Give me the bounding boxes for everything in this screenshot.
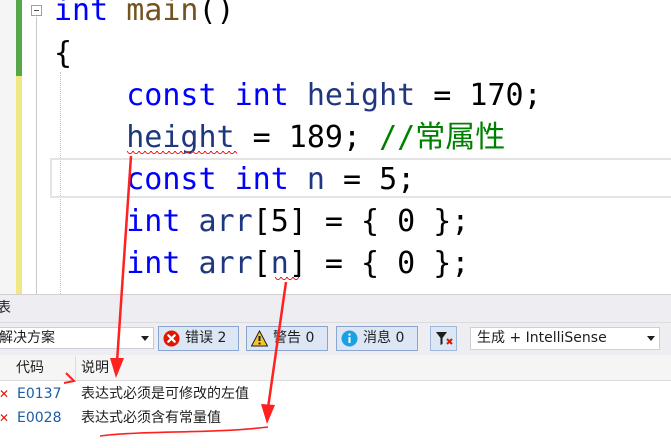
error-description: 表达式必须是可修改的左值: [81, 386, 249, 402]
code-token: ] = { 0 };: [288, 246, 470, 281]
error-marker-icon: ✕: [0, 411, 10, 425]
error-squiggle-n: [275, 277, 299, 282]
build-filter-toggle-button[interactable]: [430, 326, 457, 351]
error-list-toolbar: 解决方案 错误 2 警告 0 消息 0 生成 + IntelliSense: [0, 323, 671, 355]
code-line-2[interactable]: {: [54, 33, 72, 75]
code-token: int: [234, 78, 289, 113]
code-token: const: [126, 78, 217, 113]
code-token: [5] = { 0 };: [252, 204, 470, 239]
error-description: 表达式必须含有常量值: [81, 410, 221, 426]
editor-margin: [0, 0, 17, 294]
error-code-link[interactable]: E0028: [17, 407, 61, 430]
error-code-link[interactable]: E0137: [17, 383, 61, 406]
column-divider[interactable]: [75, 356, 76, 380]
code-line-3[interactable]: const int height = 170;: [54, 75, 542, 117]
code-token: const: [126, 162, 217, 197]
info-icon: [341, 330, 358, 347]
errors-filter-button[interactable]: 错误 2: [158, 326, 239, 351]
warnings-filter-button[interactable]: 警告 0: [246, 326, 328, 351]
code-token: arr: [198, 246, 253, 281]
column-header-description[interactable]: 说明: [81, 356, 109, 380]
code-token: main: [126, 0, 199, 28]
error-list-panel: 表 解决方案 错误 2 警告 0 消息 0 生成 + IntelliSense …: [0, 294, 671, 448]
code-line-7[interactable]: int arr[n] = { 0 };: [54, 243, 469, 285]
code-line-6[interactable]: int arr[5] = { 0 };: [54, 201, 469, 243]
code-token: (): [198, 0, 235, 28]
code-token: height: [306, 78, 416, 113]
code-token: = 189;: [234, 120, 380, 155]
code-token: int: [126, 204, 181, 239]
code-token: {: [54, 36, 73, 71]
chevron-down-icon: [647, 336, 655, 341]
grid-header: 代码 说明: [0, 356, 671, 381]
code-editor[interactable]: int main() { const int height = 170; hei…: [0, 0, 671, 294]
column-header-code[interactable]: 代码: [16, 356, 44, 380]
error-marker-icon: ✕: [0, 387, 10, 401]
build-intellisense-dropdown[interactable]: 生成 + IntelliSense: [470, 327, 660, 350]
scope-dropdown[interactable]: 解决方案: [0, 327, 154, 349]
code-token: int: [54, 0, 109, 28]
code-line-5[interactable]: const int n = 5;: [54, 159, 415, 201]
code-line-1[interactable]: int main(): [54, 0, 235, 32]
code-token: height: [126, 120, 235, 155]
code-line-4[interactable]: height = 189; //常属性: [54, 117, 505, 159]
messages-filter-button[interactable]: 消息 0: [336, 326, 418, 351]
code-token: //常属性: [379, 120, 506, 155]
toolbar-divider: [153, 329, 154, 349]
saved-change-bar: [16, 0, 22, 76]
code-token: = 5;: [324, 162, 416, 197]
error-list-grid: 代码 说明 ✕ E0137 表达式必须是可修改的左值 ✕ E0028 表达式必须…: [0, 356, 671, 448]
code-token: int: [234, 162, 289, 197]
code-token: = 170;: [415, 78, 542, 113]
fold-guide: [36, 17, 37, 294]
error-squiggle-height: [127, 151, 237, 156]
collapse-icon[interactable]: [31, 5, 42, 16]
code-token: arr: [198, 204, 253, 239]
table-row[interactable]: ✕ E0028 表达式必须含有常量值: [0, 407, 671, 430]
code-token: [: [252, 246, 271, 281]
panel-title: 表: [0, 295, 671, 323]
code-token: n: [306, 162, 325, 197]
warning-icon: [251, 330, 268, 347]
code-token: n: [270, 246, 289, 281]
error-icon: [163, 330, 180, 347]
chevron-down-icon: [141, 336, 149, 341]
code-token: int: [126, 246, 181, 281]
filter-funnel-icon: [436, 332, 453, 345]
table-row[interactable]: ✕ E0137 表达式必须是可修改的左值: [0, 383, 671, 406]
unsaved-change-bar: [16, 76, 22, 294]
